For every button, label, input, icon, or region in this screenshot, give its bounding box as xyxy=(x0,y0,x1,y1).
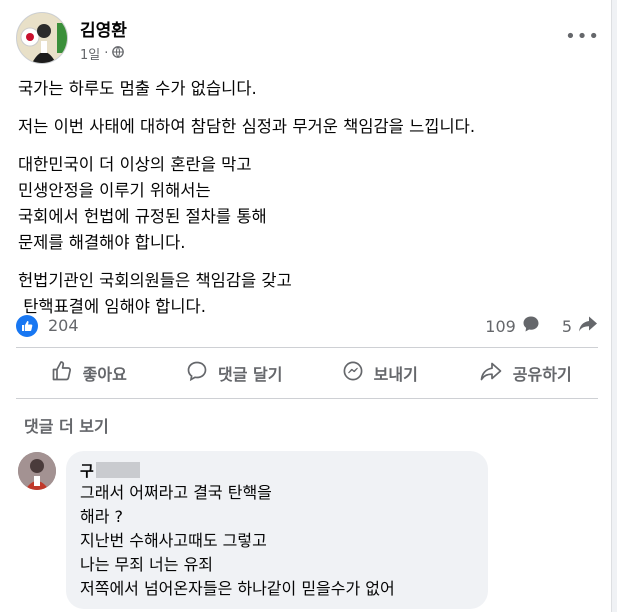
action-bar: 좋아요 댓글 달기 보내기 공유하기 xyxy=(16,350,598,396)
actions-divider xyxy=(16,398,598,399)
post-paragraph: 대한민국이 더 이상의 혼란을 막고 민생안정을 이루기 위해서는 국회에서 헌… xyxy=(18,155,267,252)
commenter-avatar[interactable] xyxy=(18,452,56,490)
post-time[interactable]: 1일 xyxy=(80,44,100,63)
comment-button[interactable]: 댓글 달기 xyxy=(162,350,308,396)
engagement-counts: 109 5 xyxy=(485,315,598,337)
share-icon xyxy=(479,360,503,386)
share-count[interactable]: 5 xyxy=(562,317,572,336)
comment-text-line: 해라 ? xyxy=(80,507,124,526)
comment-bubble: 구 그래서 어쩌라고 결국 탄핵을 해라 ? 지난번 수해사고때도 그렇고 나는… xyxy=(66,451,488,609)
share-arrow-icon xyxy=(578,315,598,337)
author-name[interactable]: 김영환 xyxy=(80,16,127,41)
more-options-icon[interactable]: ••• xyxy=(565,26,600,47)
author-avatar[interactable] xyxy=(16,12,68,64)
messenger-icon xyxy=(342,360,364,386)
thumbs-up-icon xyxy=(51,360,73,386)
redacted-name-block xyxy=(95,462,140,478)
post-card: 김영환 1일 · ••• 국가는 하루도 멈출 수가 없습니다. 저는 이번 사… xyxy=(0,0,612,612)
comment-bubble-icon xyxy=(522,315,540,337)
commenter-name[interactable]: 구 xyxy=(80,459,474,481)
view-more-comments-link[interactable]: 댓글 더 보기 xyxy=(24,413,109,437)
stats-divider xyxy=(16,347,598,348)
post-paragraph: 저는 이번 사태에 대하여 참담한 심정과 무거운 책임감을 느낍니다. xyxy=(18,117,476,136)
post-header: 김영환 1일 · ••• xyxy=(16,12,606,68)
post-text: 국가는 하루도 멈출 수가 없습니다. 저는 이번 사태에 대하여 참담한 심정… xyxy=(18,76,598,332)
globe-icon xyxy=(112,45,125,62)
comment-icon xyxy=(186,360,208,386)
post-paragraph: 국가는 하루도 멈출 수가 없습니다. xyxy=(18,79,257,98)
send-button[interactable]: 보내기 xyxy=(307,350,453,396)
share-button[interactable]: 공유하기 xyxy=(453,350,599,396)
reaction-stats: 204 109 5 xyxy=(16,312,598,340)
comment-count[interactable]: 109 xyxy=(485,317,516,336)
comment-text-line: 지난번 수해사고때도 그렇고 xyxy=(80,531,267,550)
comment-text-line: 나는 무죄 너는 유죄 xyxy=(80,555,214,574)
comment-text-line: 그래서 어쩌라고 결국 탄핵을 xyxy=(80,483,272,502)
like-reaction-icon[interactable] xyxy=(16,315,38,337)
like-count[interactable]: 204 xyxy=(48,316,79,335)
comment-text-line: 저쪽에서 넘어온자들은 하나같이 믿을수가 없어 xyxy=(80,579,395,598)
post-meta: 1일 · xyxy=(80,44,125,63)
like-button[interactable]: 좋아요 xyxy=(16,350,162,396)
